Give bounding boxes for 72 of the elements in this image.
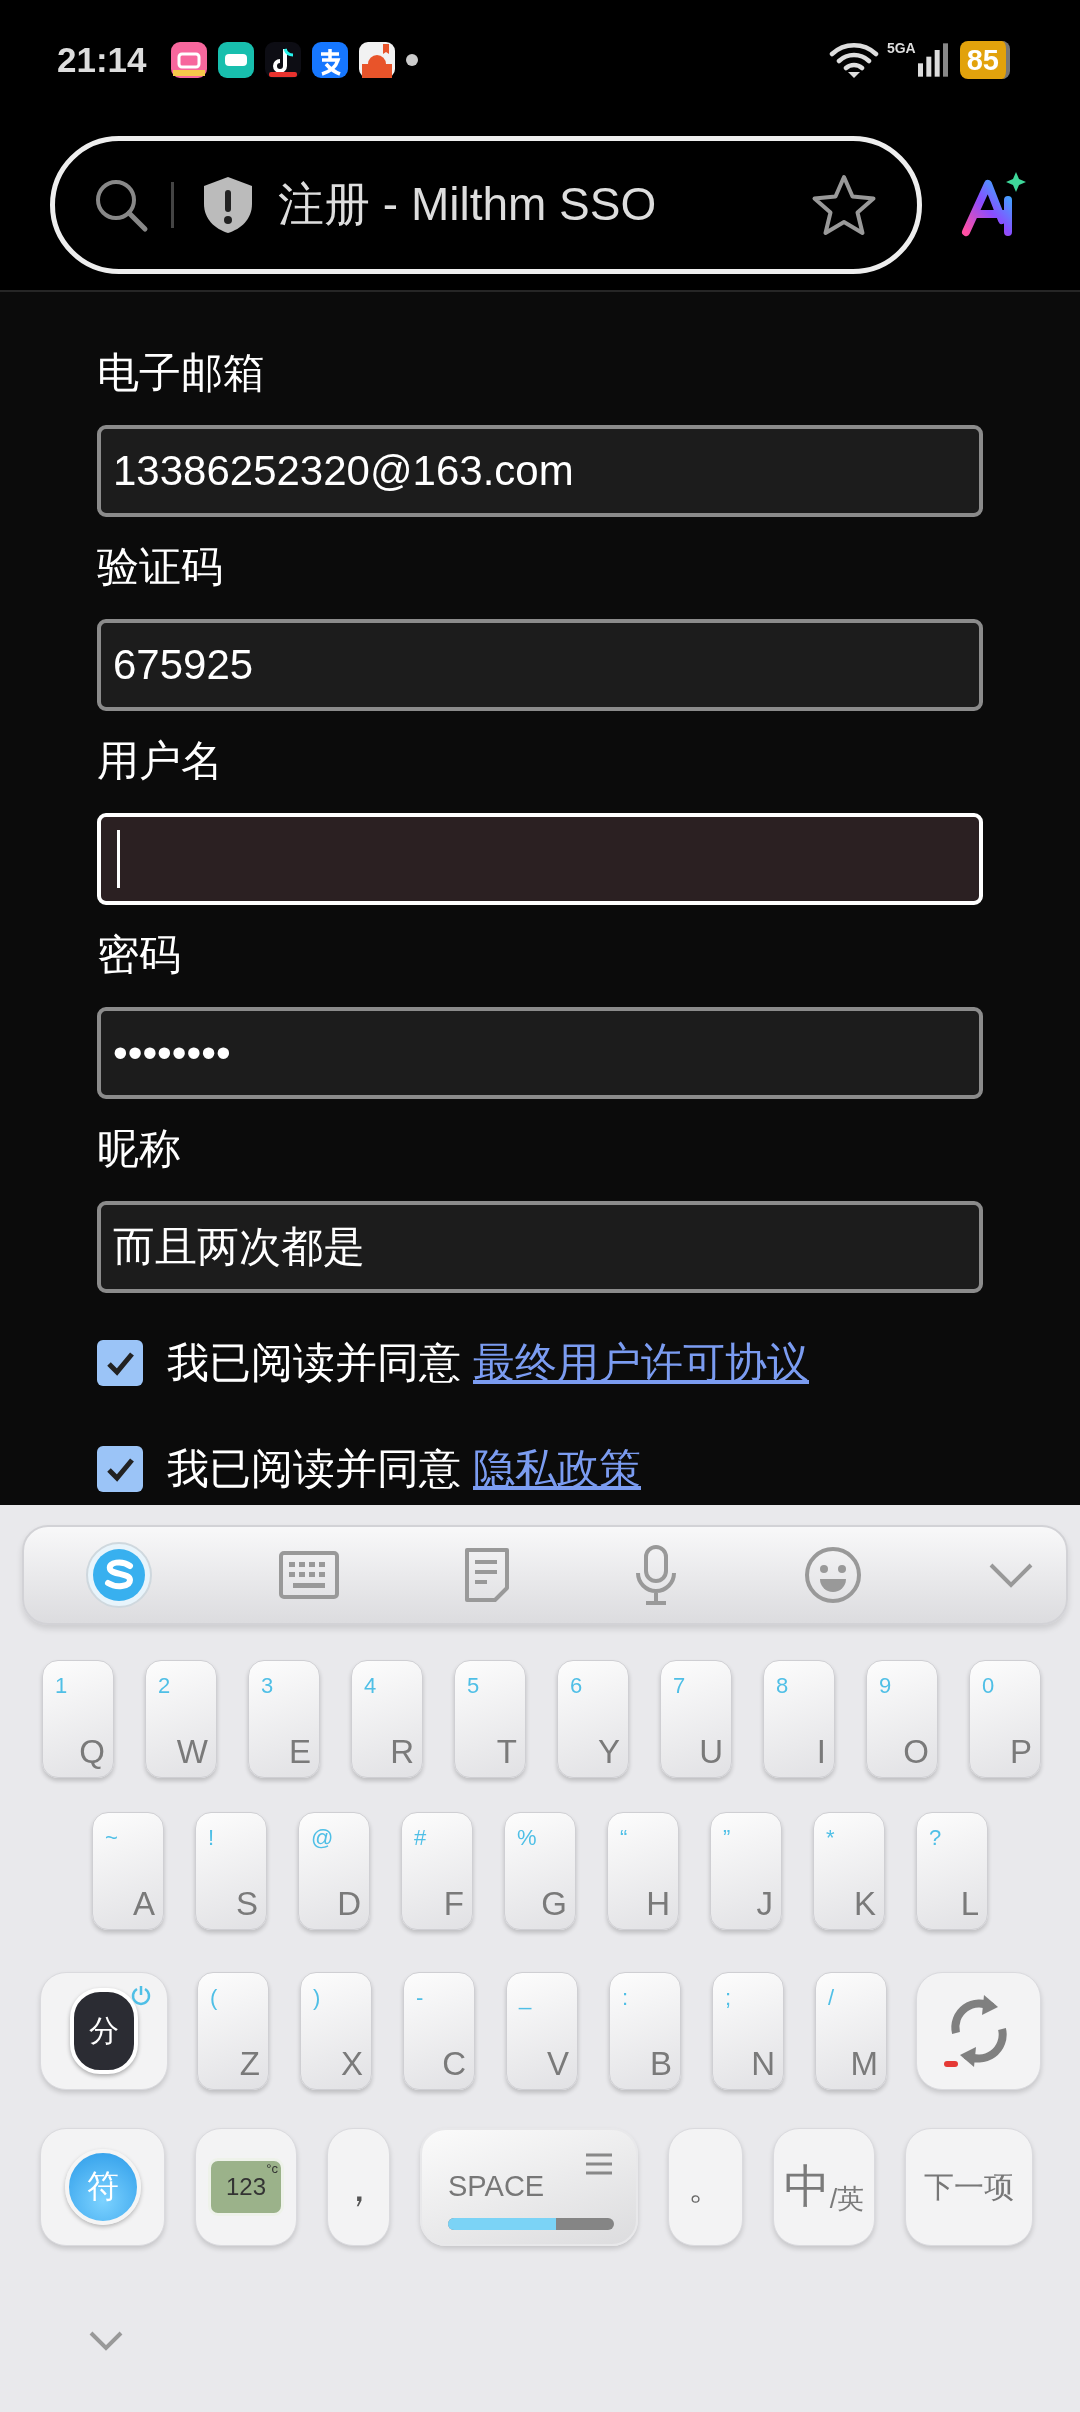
keyboard-key[interactable]: * K <box>813 1812 885 1930</box>
input-field[interactable] <box>97 813 983 905</box>
keyboard-key[interactable]: 8 I <box>763 1660 835 1778</box>
keyboard-key[interactable]: “ H <box>607 1812 679 1930</box>
input-field[interactable]: 13386252320@163.com <box>97 425 983 517</box>
keyboard-key[interactable]: ~ A <box>92 1812 164 1930</box>
keyboard-key[interactable]: @ D <box>298 1812 370 1930</box>
input-field[interactable]: 而且两次都是 <box>97 1201 983 1293</box>
status-time: 21:14 <box>57 40 147 80</box>
logo-icon[interactable] <box>84 1540 154 1610</box>
period-key[interactable]: 。 <box>668 2128 743 2246</box>
menu-icon <box>584 2152 614 2176</box>
agreement-text: 我已阅读并同意 隐私政策 <box>167 1444 641 1494</box>
keyboard-key[interactable]: ? L <box>916 1812 988 1930</box>
keyboard-key[interactable]: 4 R <box>351 1660 423 1778</box>
keyboard-key[interactable]: _ V <box>506 1972 578 2090</box>
keyboard-key[interactable]: - C <box>403 1972 475 2090</box>
field-label: 验证码 <box>97 542 224 592</box>
keyboard-key[interactable]: 5 T <box>454 1660 526 1778</box>
keyboard-key[interactable]: ” J <box>710 1812 782 1930</box>
battery-indicator: 85 <box>959 41 1010 79</box>
signal-icon <box>917 40 948 80</box>
app-icon <box>170 42 207 78</box>
keyboard-key[interactable]: # F <box>401 1812 473 1930</box>
field-label: 用户名 <box>97 736 224 786</box>
network-type: 5GA <box>886 40 916 56</box>
app-icon <box>264 42 301 78</box>
keyboard-key[interactable]: ( Z <box>197 1972 269 2090</box>
keyboard-key[interactable]: ! S <box>195 1812 267 1930</box>
next-key[interactable]: 下一项 <box>905 2128 1033 2246</box>
agreement-link[interactable]: 隐私政策 <box>473 1445 641 1492</box>
field-label: 昵称 <box>97 1124 182 1174</box>
address-bar[interactable]: 注册 - Milthm SSO <box>50 136 922 274</box>
chevron-down-icon[interactable] <box>988 1561 1034 1589</box>
collapse-keyboard-icon[interactable] <box>88 2330 124 2352</box>
keyboard-key[interactable]: 3 E <box>248 1660 320 1778</box>
keyboard-icon[interactable] <box>278 1551 339 1599</box>
app-icon <box>311 42 348 78</box>
keyboard-key[interactable]: ) X <box>300 1972 372 2090</box>
notification-dot-icon <box>405 54 418 66</box>
app-icon <box>217 42 254 78</box>
agreement-link[interactable]: 最终用户许可协议 <box>473 1339 809 1386</box>
wifi-icon <box>828 42 879 78</box>
agreement-text: 我已阅读并同意 最终用户许可协议 <box>167 1338 809 1388</box>
segment-key[interactable]: 分 <box>40 1972 168 2090</box>
keyboard-key[interactable]: : B <box>609 1972 681 2090</box>
page-title: 注册 - Milthm SSO <box>278 177 657 232</box>
app-icon <box>358 42 395 78</box>
input-field[interactable]: 675925 <box>97 619 983 711</box>
symbol-key[interactable]: 符 <box>40 2128 165 2246</box>
field-label: 密码 <box>97 930 182 980</box>
emoji-icon[interactable] <box>803 1545 864 1605</box>
keyboard-key[interactable]: 1 Q <box>42 1660 114 1778</box>
checkbox[interactable] <box>97 1340 143 1386</box>
keyboard-key[interactable]: 9 O <box>866 1660 938 1778</box>
keyboard-key[interactable]: 0 P <box>969 1660 1041 1778</box>
keyboard-key[interactable]: ; N <box>712 1972 784 2090</box>
comma-key[interactable]: ， <box>327 2128 390 2246</box>
checkbox[interactable] <box>97 1446 143 1492</box>
field-label: 电子邮箱 <box>97 348 266 398</box>
refresh-key[interactable] <box>916 1972 1041 2090</box>
keyboard-key[interactable]: / M <box>815 1972 887 2090</box>
keyboard-key[interactable]: 2 W <box>145 1660 217 1778</box>
star-icon[interactable] <box>811 173 877 237</box>
microphone-icon[interactable] <box>634 1545 679 1605</box>
space-key[interactable]: SPACE <box>420 2128 638 2246</box>
keyboard-key[interactable]: 7 U <box>660 1660 732 1778</box>
input-field[interactable]: •••••••• <box>97 1007 983 1099</box>
document-icon[interactable] <box>463 1547 510 1603</box>
power-icon <box>129 1983 153 2007</box>
keyboard-key[interactable]: 6 Y <box>557 1660 629 1778</box>
keyboard-key[interactable]: % G <box>504 1812 576 1930</box>
